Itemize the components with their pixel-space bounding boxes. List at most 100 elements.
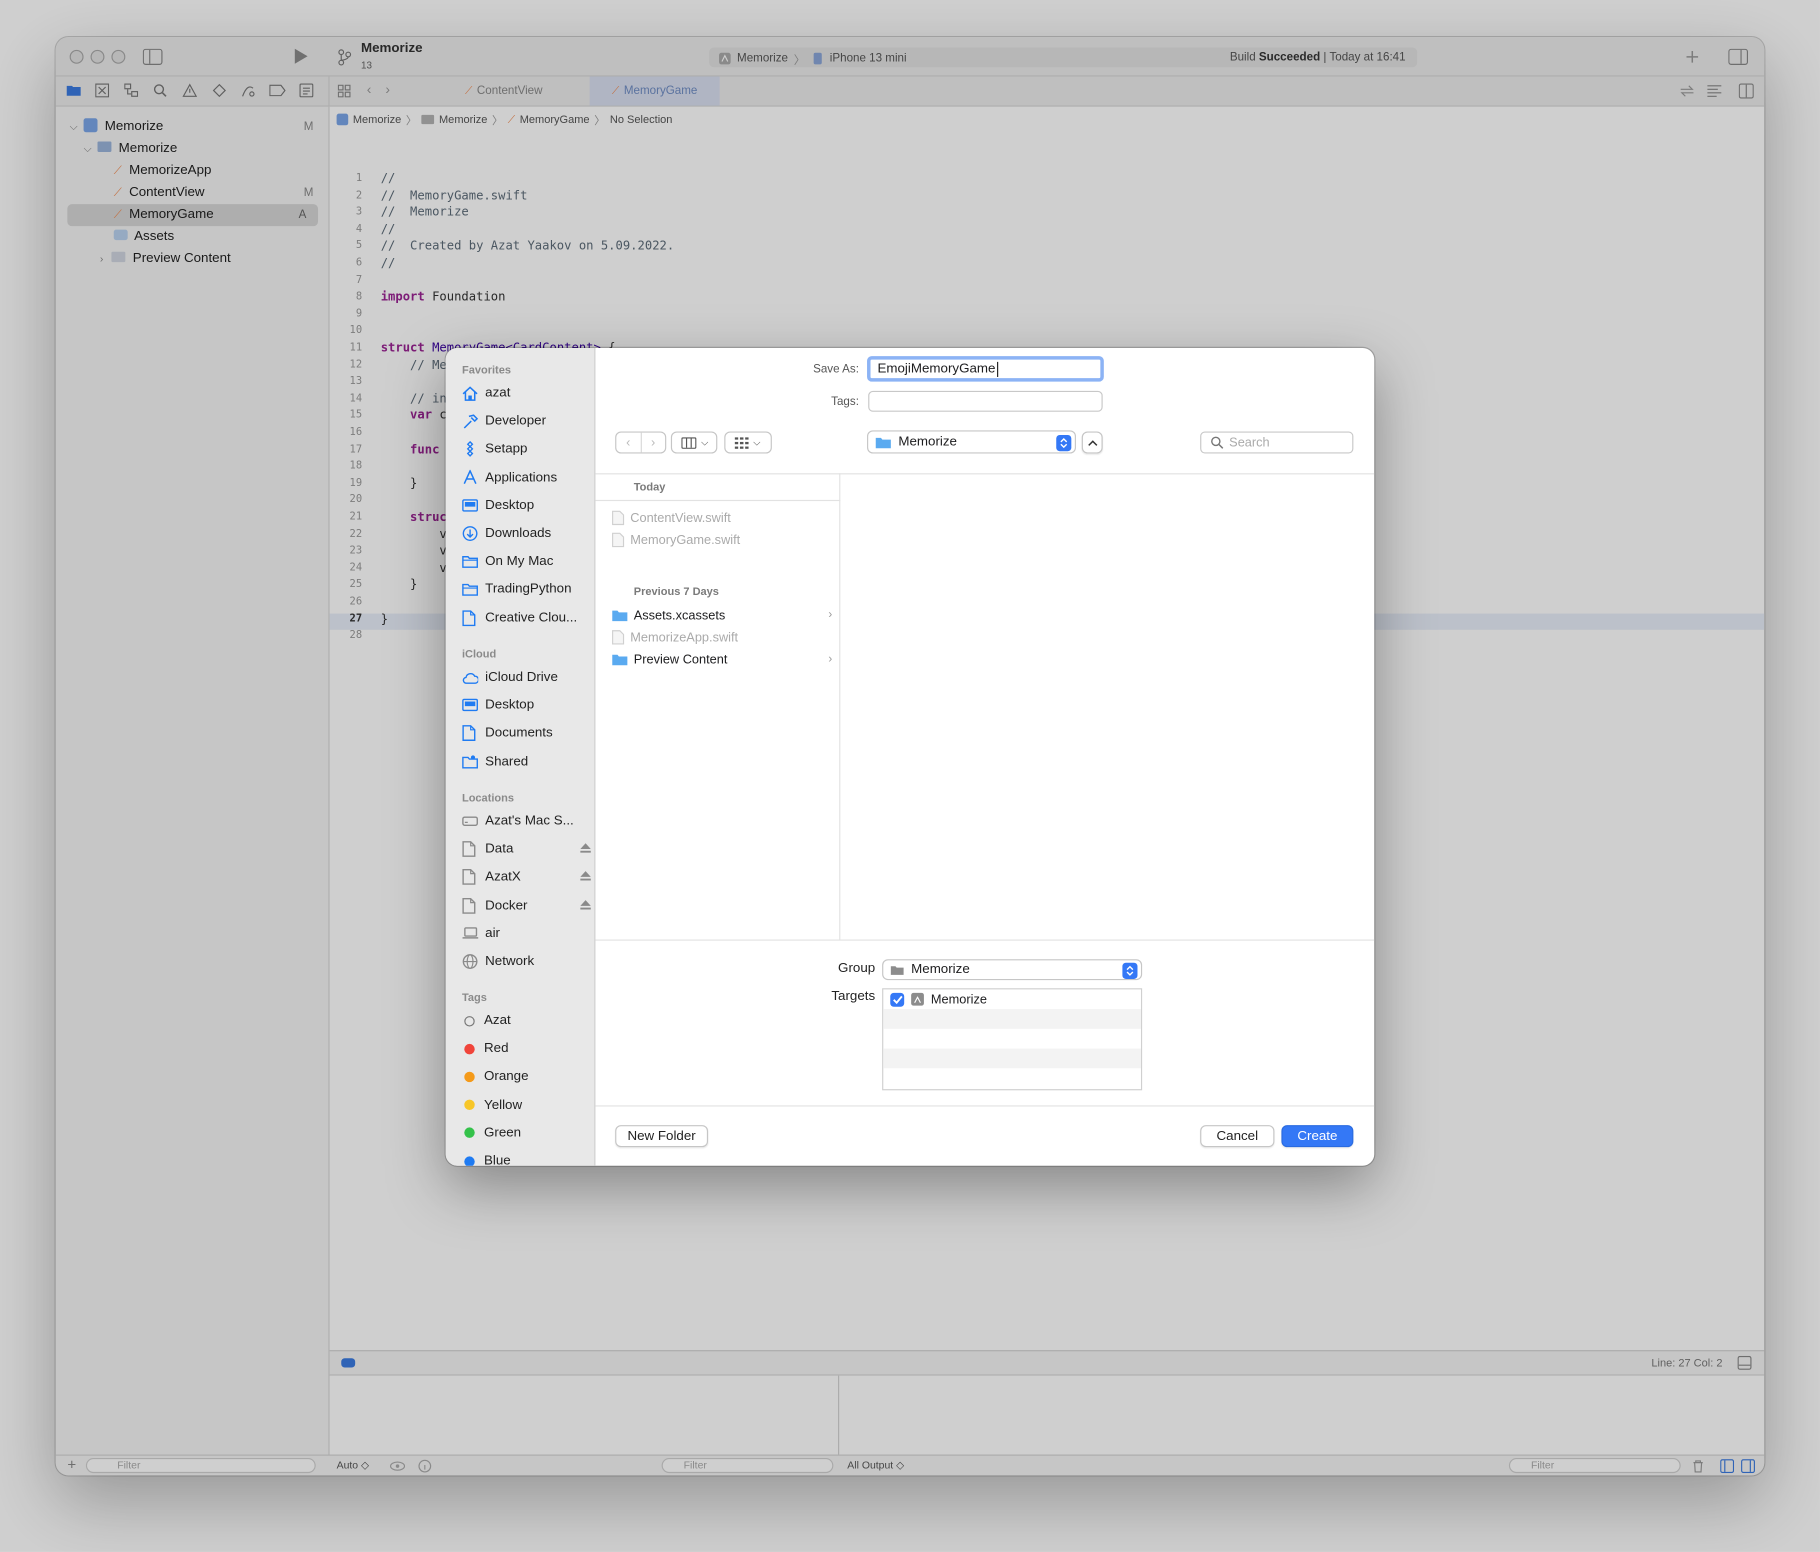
sidebar-item[interactable]: Desktop [462,693,592,719]
tag-color-dot-icon [464,1071,475,1083]
folder-row[interactable]: Preview Content › [612,648,833,670]
locations-header: Locations [461,792,515,805]
folder-icon [612,653,628,666]
eject-icon[interactable] [579,898,592,910]
tag-item[interactable]: Orange [462,1064,592,1090]
tag-color-dot-icon [464,1155,475,1166]
tag-item[interactable]: Red [462,1036,592,1062]
sidebar-item-label: Documents [485,726,553,741]
sidebar-item-label: iCloud Drive [485,670,558,685]
back-chevron-icon[interactable]: ‹ [616,432,642,453]
sidebar-item[interactable]: Network [462,949,592,975]
document-icon [462,841,478,858]
sidebar-item[interactable]: AzatX [462,865,592,891]
swift-file-icon [612,510,625,526]
cancel-button[interactable]: Cancel [1200,1125,1275,1148]
group-mode-button[interactable]: ⌵ [724,431,772,454]
search-field[interactable]: Search [1200,431,1354,454]
folder-icon [890,965,904,975]
sidebar-item-label: Setapp [485,442,528,457]
forward-chevron-icon[interactable]: › [641,433,665,453]
favorites-header: Favorites [461,364,511,377]
sidebar-item[interactable]: Downloads [462,521,592,547]
checkmark-icon [892,995,903,1004]
sidebar-item[interactable]: air [462,921,592,947]
house-icon [462,385,478,401]
targets-list: Memorize [882,988,1143,1091]
sidebar-item[interactable]: Applications [462,465,592,491]
tag-color-dot-icon [464,1099,475,1111]
sidebar-item-label: azat [485,386,511,401]
create-button[interactable]: Create [1281,1125,1354,1148]
eject-icon[interactable] [579,842,592,854]
search-icon [1211,436,1224,449]
sidebar-item[interactable]: azat [462,380,592,406]
target-row-empty [883,1048,1141,1069]
tag-item[interactable]: Azat [462,1008,592,1034]
sidebar-item[interactable]: Shared [462,749,592,775]
sidebar-item[interactable]: Creative Clou... [462,605,592,631]
sidebar-item-label: Creative Clou... [485,610,578,625]
target-row[interactable]: Memorize [883,989,1141,1009]
sidebar-item-label: Desktop [485,698,535,713]
chevron-down-icon: ⌵ [753,436,761,448]
tag-label: Azat [484,1013,511,1028]
chevron-up-icon [1087,439,1097,446]
sidebar-item[interactable]: Azat's Mac S... [462,808,592,834]
column-view-icon [681,436,697,449]
sidebar-item-label: Applications [485,470,558,485]
target-checkbox[interactable] [890,992,905,1007]
sidebar-item-label: AzatX [485,870,521,885]
eject-icon[interactable] [579,870,592,882]
collapse-browser-button[interactable] [1081,431,1103,454]
applications-icon [462,469,478,485]
sidebar-item[interactable]: Docker [462,893,592,919]
downloads-icon [462,525,478,541]
sidebar-item[interactable]: Setapp [462,437,592,463]
group-popup[interactable]: Memorize [882,959,1143,981]
sidebar-item[interactable]: Data [462,837,592,863]
folder-icon [875,437,891,448]
tag-item[interactable]: Green [462,1120,592,1146]
view-mode-button[interactable]: ⌵ [670,431,718,454]
sidebar-item-label: Network [485,954,535,969]
sidebar-item-label: TradingPython [485,582,572,597]
sidebar-item[interactable]: Developer [462,409,592,435]
file-row: ContentView.swift [612,507,833,529]
file-name: MemoryGame.swift [630,532,741,547]
tags-field[interactable] [868,390,1103,412]
tag-item[interactable]: Blue [462,1148,592,1166]
globe-icon [462,953,478,969]
chevron-right-icon: › [828,608,833,622]
document-icon [462,897,478,914]
new-folder-button[interactable]: New Folder [615,1125,709,1148]
tag-item[interactable]: Yellow [462,1092,592,1118]
text-cursor [996,361,998,377]
chevron-right-icon: › [828,653,833,666]
file-name: Preview Content [633,652,728,667]
grid-icon [734,436,749,449]
tag-label: Red [484,1041,509,1056]
location-popup[interactable]: Memorize [867,430,1076,454]
folder-row[interactable]: Assets.xcassets › [612,604,833,626]
file-browser-column: Today ContentView.swift MemoryGame.swift … [595,473,841,940]
sidebar-item[interactable]: Documents [462,721,592,747]
today-header: Today [633,481,666,495]
tag-color-dot-icon [464,1015,475,1026]
back-forward-control: ‹ › [615,431,667,454]
sidebar-item[interactable]: iCloud Drive [462,665,592,691]
tag-label: Green [484,1126,522,1140]
sidebar-item[interactable]: TradingPython [462,577,592,603]
search-placeholder: Search [1229,435,1270,450]
previous-header: Previous 7 Days [633,585,719,599]
document-icon [462,609,478,626]
desktop-icon [462,498,478,513]
sidebar-item[interactable]: Desktop [462,493,592,519]
icloud-header: iCloud [461,648,497,662]
sidebar-item-label: Docker [485,898,528,913]
sidebar-item[interactable]: On My Mac [462,549,592,575]
sidebar-item-label: Azat's Mac S... [485,814,574,829]
swift-file-icon [612,532,625,548]
section-divider [595,499,841,502]
save-as-field[interactable]: EmojiMemoryGame [867,356,1104,382]
